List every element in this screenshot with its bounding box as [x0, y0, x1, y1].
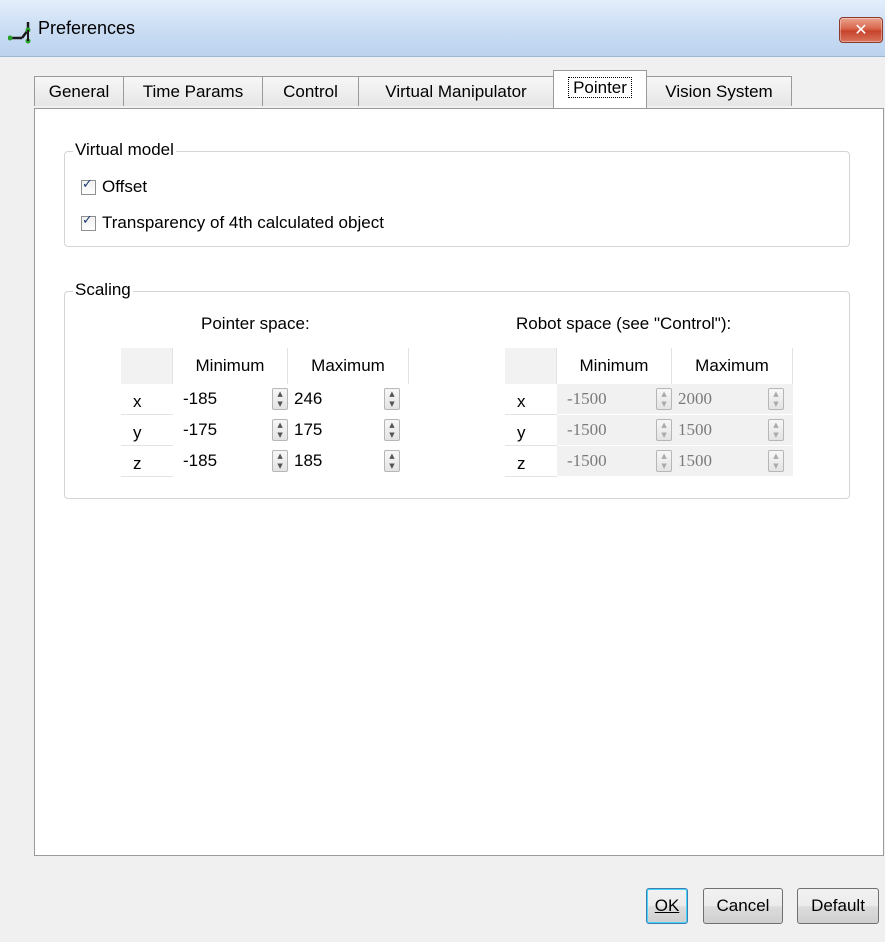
robot-space-label: Robot space (see "Control"):	[516, 314, 732, 333]
robot-x-max-spinbox: 2000 ▲ ▼	[672, 384, 793, 414]
spin-arrows-icon: ▲ ▼	[768, 450, 784, 472]
grid-corner	[121, 348, 173, 384]
pointer-tab-panel: Virtual model Offset Transparency of 4th…	[34, 108, 884, 856]
scaling-group: Scaling Pointer space: Robot space (see …	[64, 280, 850, 499]
cancel-label: Cancel	[716, 896, 770, 915]
robot-row-x-label: x	[505, 384, 557, 415]
pointer-z-max-value[interactable]: 185	[288, 451, 384, 471]
pointer-z-min-spinbox[interactable]: -185 ▲ ▼	[173, 446, 288, 476]
transparency-label: Transparency of 4th calculated object	[102, 213, 384, 232]
window-title: Preferences	[38, 18, 136, 38]
scaling-title: Scaling	[73, 280, 133, 300]
robot-z-min-value: -1500	[567, 451, 607, 470]
robot-minimum-header: Minimum	[557, 348, 672, 384]
tab-pointer-label: Pointer	[568, 77, 632, 98]
tab-vision-system[interactable]: Vision System	[646, 76, 792, 106]
tab-general[interactable]: General	[34, 76, 124, 106]
robot-x-max-value: 2000	[678, 389, 712, 408]
spin-arrows-icon[interactable]: ▲ ▼	[384, 388, 400, 410]
tab-general-label: General	[48, 82, 110, 101]
tab-virtual-manipulator-label: Virtual Manipulator	[385, 82, 527, 101]
robot-x-min-value: -1500	[567, 389, 607, 408]
robot-space-grid: Minimum Maximum x y z -1500 ▲ ▼ 2000 ▲ ▼ -…	[505, 348, 795, 477]
pointer-x-max-value[interactable]: 246	[288, 389, 384, 409]
robot-x-min-spinbox: -1500 ▲ ▼	[557, 384, 672, 414]
robot-y-min-value: -1500	[567, 420, 607, 439]
tab-pointer[interactable]: Pointer	[553, 70, 647, 108]
spin-arrows-icon: ▲ ▼	[656, 419, 672, 441]
pointer-y-min-value[interactable]: -175	[173, 420, 272, 440]
title-bar[interactable]: Preferences ✕	[0, 0, 885, 57]
pointer-x-max-spinbox[interactable]: 246 ▲ ▼	[288, 384, 409, 414]
close-icon: ✕	[854, 20, 868, 39]
pointer-row-y-label: y	[121, 415, 173, 446]
pointer-x-min-spinbox[interactable]: -185 ▲ ▼	[173, 384, 288, 414]
spin-arrows-icon[interactable]: ▲ ▼	[272, 419, 288, 441]
cancel-button[interactable]: Cancel	[703, 888, 783, 924]
spin-arrows-icon: ▲ ▼	[768, 388, 784, 410]
pointer-maximum-header: Maximum	[288, 348, 409, 384]
pointer-z-min-value[interactable]: -185	[173, 451, 272, 471]
spin-arrows-icon[interactable]: ▲ ▼	[384, 450, 400, 472]
robot-z-max-value: 1500	[678, 451, 712, 470]
virtual-model-group: Virtual model Offset Transparency of 4th…	[64, 140, 850, 247]
tab-vision-system-label: Vision System	[665, 82, 773, 101]
pointer-y-max-value[interactable]: 175	[288, 420, 384, 440]
robot-row-z-label: z	[505, 446, 557, 477]
preferences-window: Preferences ✕ General Time Params Contro…	[0, 0, 885, 942]
robot-z-max-spinbox: 1500 ▲ ▼	[672, 446, 793, 476]
transparency-checkbox-row[interactable]: Transparency of 4th calculated object	[81, 212, 384, 234]
tab-control-label: Control	[283, 82, 338, 101]
robot-z-min-spinbox: -1500 ▲ ▼	[557, 446, 672, 476]
pointer-y-min-spinbox[interactable]: -175 ▲ ▼	[173, 415, 288, 445]
robot-maximum-header: Maximum	[672, 348, 793, 384]
spin-arrows-icon: ▲ ▼	[656, 450, 672, 472]
offset-checkbox-row[interactable]: Offset	[81, 176, 147, 198]
virtual-model-title: Virtual model	[73, 140, 176, 160]
grid-corner	[505, 348, 557, 384]
spin-arrows-icon: ▲ ▼	[656, 388, 672, 410]
ok-button[interactable]: OK	[646, 888, 688, 924]
pointer-row-x-label: x	[121, 384, 173, 415]
pointer-y-max-spinbox[interactable]: 175 ▲ ▼	[288, 415, 409, 445]
pointer-space-grid: Minimum Maximum x y z -185 ▲ ▼ 246 ▲ ▼ -17…	[121, 348, 411, 477]
offset-checkbox[interactable]	[81, 177, 96, 195]
tab-time-params[interactable]: Time Params	[123, 76, 263, 106]
close-button[interactable]: ✕	[839, 17, 883, 43]
spin-arrows-icon[interactable]: ▲ ▼	[384, 419, 400, 441]
pointer-x-min-value[interactable]: -185	[173, 389, 272, 409]
pointer-space-label: Pointer space:	[201, 314, 310, 333]
robot-y-max-spinbox: 1500 ▲ ▼	[672, 415, 793, 445]
transparency-checkbox[interactable]	[81, 213, 96, 231]
robot-row-y-label: y	[505, 415, 557, 446]
pointer-row-z-label: z	[121, 446, 173, 477]
default-label: Default	[811, 896, 865, 915]
default-button[interactable]: Default	[797, 888, 879, 924]
spin-arrows-icon[interactable]: ▲ ▼	[272, 388, 288, 410]
tab-virtual-manipulator[interactable]: Virtual Manipulator	[358, 76, 554, 106]
tab-time-params-label: Time Params	[142, 82, 244, 101]
spin-arrows-icon[interactable]: ▲ ▼	[272, 450, 288, 472]
ok-label: OK	[654, 896, 680, 915]
tab-control[interactable]: Control	[262, 76, 359, 106]
robot-y-min-spinbox: -1500 ▲ ▼	[557, 415, 672, 445]
spin-arrows-icon: ▲ ▼	[768, 419, 784, 441]
pointer-minimum-header: Minimum	[173, 348, 288, 384]
pointer-z-max-spinbox[interactable]: 185 ▲ ▼	[288, 446, 409, 476]
offset-label: Offset	[102, 177, 148, 196]
robot-arm-icon	[8, 22, 31, 44]
robot-y-max-value: 1500	[678, 420, 712, 439]
